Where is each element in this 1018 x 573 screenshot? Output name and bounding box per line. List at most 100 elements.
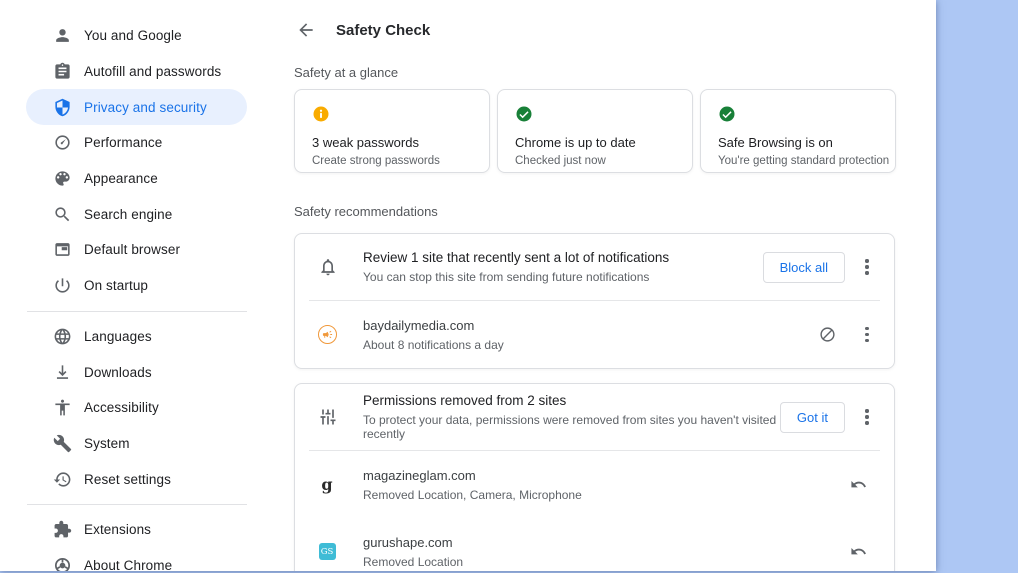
more-options-button[interactable] xyxy=(854,404,880,430)
search-icon xyxy=(53,205,72,224)
globe-icon xyxy=(53,327,72,346)
site-domain: baydailymedia.com xyxy=(363,317,475,333)
download-icon xyxy=(53,363,72,382)
site-domain: gurushape.com xyxy=(363,534,453,550)
sidebar-item-label: Extensions xyxy=(84,522,152,538)
sidebar-item-privacy-and-security[interactable]: Privacy and security xyxy=(0,89,290,125)
sidebar-item-label: Reset settings xyxy=(84,471,171,487)
restore-icon xyxy=(53,470,72,489)
accessibility-icon xyxy=(53,398,72,417)
palette-icon xyxy=(53,169,72,188)
sidebar-item-you-and-google[interactable]: You and Google xyxy=(0,18,290,54)
puzzle-icon xyxy=(53,520,72,539)
section-label-recommendations: Safety recommendations xyxy=(294,204,438,219)
site-favicon-letter-g: g xyxy=(321,474,333,494)
warning-icon xyxy=(312,105,473,123)
check-circle-icon xyxy=(515,105,676,123)
sidebar-item-label: Default browser xyxy=(84,242,181,258)
glance-card-subtitle: Create strong passwords xyxy=(312,155,440,167)
site-favicon-megaphone-icon xyxy=(317,325,337,345)
notifications-card-header: Review 1 site that recently sent a lot o… xyxy=(295,234,894,300)
shield-icon xyxy=(53,98,72,117)
page-title: Safety Check xyxy=(336,21,431,39)
sidebar-item-label: Privacy and security xyxy=(84,99,207,115)
sidebar-item-label: Appearance xyxy=(84,171,158,187)
wrench-icon xyxy=(53,434,72,453)
block-all-button[interactable]: Block all xyxy=(762,251,845,283)
sidebar-item-languages[interactable]: Languages xyxy=(0,319,290,355)
undo-removal-button[interactable] xyxy=(845,539,871,565)
sidebar-item-label: Performance xyxy=(84,135,163,151)
sidebar-item-label: About Chrome xyxy=(84,557,173,571)
sidebar-item-autofill[interactable]: Autofill and passwords xyxy=(0,54,290,90)
speedometer-icon xyxy=(53,133,72,152)
got-it-button[interactable]: Got it xyxy=(779,401,845,433)
sidebar-item-label: System xyxy=(84,435,130,451)
permissions-card-title: Permissions removed from 2 sites xyxy=(363,393,567,408)
site-favicon-gs: GS xyxy=(317,542,337,562)
site-detail: Removed Location xyxy=(363,554,464,569)
sidebar-item-label: Autofill and passwords xyxy=(84,64,222,80)
site-row-gurushape: GS gurushape.com Removed Location xyxy=(295,518,894,571)
more-options-button[interactable] xyxy=(854,322,880,348)
sidebar-item-extensions[interactable]: Extensions xyxy=(0,512,290,548)
glance-cards-row: 3 weak passwords Create strong passwords… xyxy=(294,89,896,173)
more-options-button[interactable] xyxy=(854,254,880,280)
site-row-baydailymedia: baydailymedia.com About 8 notifications … xyxy=(295,301,894,368)
glance-card-title: Safe Browsing is on xyxy=(718,135,833,150)
safety-check-page: Safety Check Safety at a glance 3 weak p… xyxy=(294,0,896,571)
sidebar-item-label: Languages xyxy=(84,328,152,344)
site-detail: About 8 notifications a day xyxy=(363,337,504,352)
sidebar-divider xyxy=(27,503,247,505)
back-arrow-icon xyxy=(299,23,313,37)
settings-sidebar: You and Google Autofill and passwords Pr… xyxy=(0,0,290,571)
sidebar-item-on-startup[interactable]: On startup xyxy=(0,268,290,304)
glance-card-title: Chrome is up to date xyxy=(515,135,636,150)
notifications-recommendation-card: Review 1 site that recently sent a lot o… xyxy=(294,233,895,369)
browser-icon xyxy=(53,240,72,259)
block-site-button[interactable] xyxy=(814,322,840,348)
sidebar-item-label: Search engine xyxy=(84,206,173,222)
permissions-card-subtitle: To protect your data, permissions were r… xyxy=(363,413,777,441)
section-label-glance: Safety at a glance xyxy=(294,65,399,80)
undo-icon xyxy=(850,480,866,488)
sidebar-item-appearance[interactable]: Appearance xyxy=(0,161,290,197)
undo-icon xyxy=(850,547,866,555)
page-header: Safety Check xyxy=(294,0,896,50)
bell-icon xyxy=(318,257,338,277)
person-icon xyxy=(53,26,72,45)
sidebar-item-label: Downloads xyxy=(84,364,152,380)
sidebar-item-label: You and Google xyxy=(84,28,182,44)
site-detail: Removed Location, Camera, Microphone xyxy=(363,487,582,502)
glance-card-title: 3 weak passwords xyxy=(312,135,419,150)
permissions-card-header: Permissions removed from 2 sites To prot… xyxy=(295,384,894,450)
sidebar-item-accessibility[interactable]: Accessibility xyxy=(0,390,290,426)
sidebar-item-label: Accessibility xyxy=(84,400,159,416)
glance-card-subtitle: You're getting standard protection xyxy=(718,155,890,167)
clipboard-icon xyxy=(53,62,72,81)
sidebar-item-default-browser[interactable]: Default browser xyxy=(0,232,290,268)
chrome-logo-icon xyxy=(53,556,72,571)
block-icon xyxy=(819,327,835,342)
glance-card-passwords[interactable]: 3 weak passwords Create strong passwords xyxy=(294,89,490,173)
sidebar-item-system[interactable]: System xyxy=(0,426,290,462)
sidebar-item-performance[interactable]: Performance xyxy=(0,125,290,161)
sidebar-divider xyxy=(27,310,247,312)
glance-card-subtitle: Checked just now xyxy=(515,155,606,167)
glance-card-safe-browsing[interactable]: Safe Browsing is on You're getting stand… xyxy=(700,89,896,173)
undo-removal-button[interactable] xyxy=(845,472,871,498)
notifications-card-title: Review 1 site that recently sent a lot o… xyxy=(363,250,670,265)
power-icon xyxy=(53,276,72,295)
glance-card-updates[interactable]: Chrome is up to date Checked just now xyxy=(497,89,693,173)
sidebar-item-downloads[interactable]: Downloads xyxy=(0,354,290,390)
sidebar-item-about-chrome[interactable]: About Chrome xyxy=(0,548,290,571)
back-button[interactable] xyxy=(289,13,323,47)
chrome-settings-window: You and Google Autofill and passwords Pr… xyxy=(0,0,936,571)
site-row-magazineglam: g magazineglam.com Removed Location, Cam… xyxy=(295,451,894,518)
sidebar-item-reset-settings[interactable]: Reset settings xyxy=(0,461,290,497)
site-domain: magazineglam.com xyxy=(363,467,476,483)
sidebar-item-search-engine[interactable]: Search engine xyxy=(0,196,290,232)
permissions-recommendation-card: Permissions removed from 2 sites To prot… xyxy=(294,383,895,571)
sliders-icon xyxy=(318,407,338,427)
sidebar-item-label: On startup xyxy=(84,278,149,294)
